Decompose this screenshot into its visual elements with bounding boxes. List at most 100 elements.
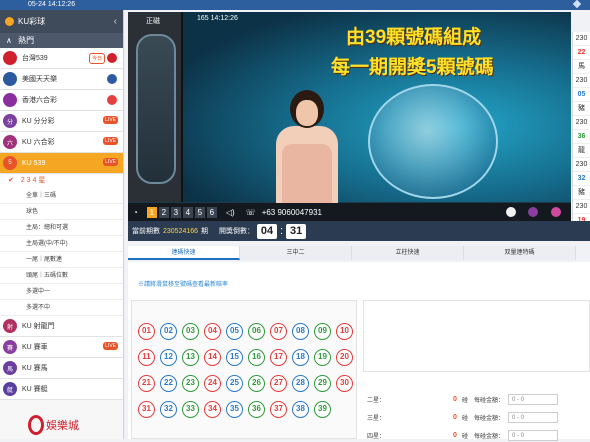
number-ball[interactable]: 03 [182, 323, 199, 340]
sidebar-option[interactable]: 多選中一 [0, 284, 123, 300]
number-ball[interactable]: 38 [292, 401, 309, 418]
sidebar-item[interactable]: 賽 KU 賽車 LIVE [0, 337, 123, 358]
number-ball[interactable]: 31 [138, 401, 155, 418]
headline-line1: 由39顆號碼組成 [346, 27, 482, 48]
number-ball[interactable]: 04 [204, 323, 221, 340]
sidebar-option[interactable]: 主局：總和可選 [0, 220, 123, 236]
number-ball[interactable]: 05 [226, 323, 243, 340]
sidebar-option[interactable]: 多選不中 [0, 300, 123, 316]
signal-icon: ◔ [133, 207, 138, 217]
sidebar-item[interactable]: 5 KU 539 LIVE [0, 153, 123, 174]
history-cell: 32 [573, 172, 590, 186]
number-ball[interactable]: 01 [138, 323, 155, 340]
number-ball[interactable]: 26 [248, 375, 265, 392]
number-ball[interactable]: 07 [270, 323, 287, 340]
amount-input[interactable]: 0 - 0 [508, 393, 559, 405]
number-ball[interactable]: 39 [314, 401, 331, 418]
ku-racing-icon: 賽 [3, 340, 17, 354]
amount-input[interactable]: 0 - 0 [508, 411, 559, 423]
sidebar-item-label: KU 賽車 [22, 344, 48, 351]
number-ball[interactable]: 11 [138, 349, 155, 366]
settings-icon[interactable] [551, 207, 561, 217]
sidebar-item[interactable]: 六 KU 六合彩 LIVE [0, 132, 123, 153]
live-video-player[interactable]: 正磁 165 14:12:26 由39顆號碼組成 每一期開獎5顆號碼 ◔ 123… [128, 12, 571, 221]
logo-cn: 娛樂城 [46, 420, 79, 432]
sidebar-item[interactable]: 艇 KU 賽艇 [0, 379, 123, 400]
number-ball[interactable]: 17 [270, 349, 287, 366]
number-ball[interactable]: 25 [226, 375, 243, 392]
sidebar-selected-option[interactable]: ✔ 2 3 4 星 [0, 174, 123, 188]
number-ball[interactable]: 36 [248, 401, 265, 418]
number-ball[interactable]: 35 [226, 401, 243, 418]
number-ball[interactable]: 08 [292, 323, 309, 340]
number-ball[interactable]: 14 [204, 349, 221, 366]
number-ball[interactable]: 20 [336, 349, 353, 366]
sidebar-item[interactable]: 分 KU 分分彩 LIVE [0, 111, 123, 132]
channel-button[interactable]: 5 [194, 206, 205, 218]
number-ball[interactable]: 02 [160, 323, 177, 340]
chevron-left-icon[interactable]: ‹ [114, 10, 117, 33]
sidebar-option[interactable]: 頭尾｜五碼位數 [0, 268, 123, 284]
tab-2[interactable]: 三中二 [240, 246, 352, 260]
number-ball[interactable]: 37 [270, 401, 287, 418]
camera-label: 正磁 [146, 18, 160, 25]
sidebar-option[interactable]: 全車｜三碼 [0, 188, 123, 204]
sidebar-item-label: KU 賽艇 [22, 386, 48, 393]
number-ball[interactable]: 06 [248, 323, 265, 340]
number-ball[interactable]: 33 [182, 401, 199, 418]
us-lotto-logo-icon [3, 72, 17, 86]
sidebar-header[interactable]: KU彩球 ‹ [0, 10, 123, 33]
number-ball[interactable]: 28 [292, 375, 309, 392]
number-ball[interactable]: 27 [270, 375, 287, 392]
tab-3[interactable]: 立柱快速 [352, 246, 464, 260]
tab-4[interactable]: 双量連特碼 [464, 246, 576, 260]
sidebar-section-hot[interactable]: ∧ 熱門 [0, 33, 123, 48]
bet-row: 三星： 0 碰每碰金額： 0 - 0 [367, 410, 589, 424]
number-ball[interactable]: 24 [204, 375, 221, 392]
channel-button[interactable]: 6 [206, 206, 217, 218]
hk-marksix-logo-icon [3, 93, 17, 107]
number-ball[interactable]: 23 [182, 375, 199, 392]
channel-button[interactable]: 4 [182, 206, 193, 218]
volume-icon[interactable]: ◁) [226, 208, 235, 217]
number-ball[interactable]: 34 [204, 401, 221, 418]
number-ball[interactable]: 09 [314, 323, 331, 340]
sidebar-item[interactable]: 台灣539 今日 [0, 48, 123, 69]
sidebar-option[interactable]: 主局選(中/不中) [0, 236, 123, 252]
period-id: 230524166 [163, 227, 199, 235]
sidebar-option[interactable]: 球色 [0, 204, 123, 220]
channel-button[interactable]: 2 [158, 206, 169, 218]
number-ball[interactable]: 18 [292, 349, 309, 366]
logo-mark [28, 415, 44, 435]
sidebar-item[interactable]: 射 KU 射龍門 [0, 316, 123, 337]
number-ball[interactable]: 22 [160, 375, 177, 392]
video-controls: ◔ 123456 ◁) ☏ +63 9060047931 [128, 203, 571, 221]
number-ball[interactable]: 10 [336, 323, 353, 340]
number-ball[interactable]: 13 [182, 349, 199, 366]
sidebar-item[interactable]: 美國天天樂 [0, 69, 123, 90]
amount-label: 每碰金額： [474, 433, 505, 440]
refresh-icon[interactable] [506, 207, 516, 217]
diamond-icon[interactable] [572, 0, 582, 9]
number-ball[interactable]: 12 [160, 349, 177, 366]
info-icon[interactable] [528, 207, 538, 217]
number-ball[interactable]: 32 [160, 401, 177, 418]
badge: LIVE [103, 158, 118, 166]
datetime: 05-24 14:12:26 [28, 1, 76, 8]
history-cell: 豬 [573, 186, 590, 200]
bet-summary-box [363, 300, 590, 372]
number-ball[interactable]: 19 [314, 349, 331, 366]
channel-button[interactable]: 3 [170, 206, 181, 218]
number-ball[interactable]: 16 [248, 349, 265, 366]
tab-1[interactable]: 連碼快速 [128, 246, 240, 260]
sidebar-item[interactable]: 馬 KU 賽馬 [0, 358, 123, 379]
number-ball[interactable]: 29 [314, 375, 331, 392]
sidebar-item-label: 香港六合彩 [22, 97, 57, 104]
sidebar-item[interactable]: 香港六合彩 [0, 90, 123, 111]
number-ball[interactable]: 15 [226, 349, 243, 366]
channel-button[interactable]: 1 [146, 206, 157, 218]
number-ball[interactable]: 30 [336, 375, 353, 392]
sidebar-option[interactable]: 一尾｜尾數連 [0, 252, 123, 268]
number-ball[interactable]: 21 [138, 375, 155, 392]
sidebar-item-label: KU 六合彩 [22, 139, 55, 146]
